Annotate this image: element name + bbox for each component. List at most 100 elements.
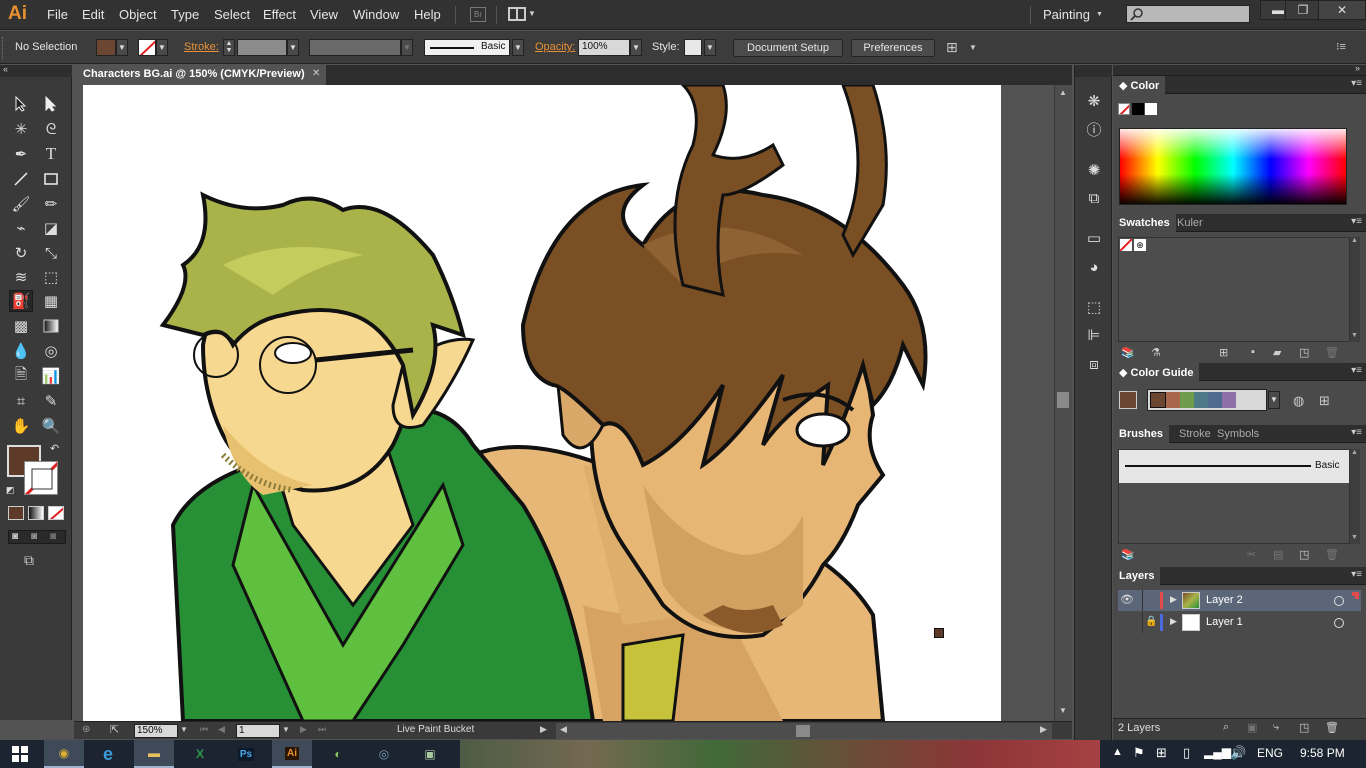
variable-width-profile[interactable] [309,39,401,56]
scroll-down-icon[interactable]: ▼ [1351,332,1358,339]
export-icon[interactable]: ⇱ [110,723,119,736]
volume-icon[interactable]: 🔊 [1230,745,1246,761]
color-spectrum[interactable] [1119,128,1347,205]
taskbar-excel[interactable]: X [180,740,220,768]
tab-symbols[interactable]: Symbols [1211,425,1265,443]
panel-menu-icon[interactable]: ▾≡ [1351,365,1362,376]
gradient-tool-icon[interactable] [39,315,63,337]
layer-name[interactable]: Layer 1 [1206,616,1243,628]
status-icon[interactable]: ⊛ [82,724,90,735]
new-color-group-icon[interactable]: ▪ [1251,346,1255,358]
chevron-down-icon[interactable]: ▼ [528,9,536,18]
black-swatch[interactable] [1132,103,1144,115]
first-artboard-icon[interactable]: ⏮ [200,724,208,735]
fill-swatch[interactable] [96,39,116,56]
workspace-switcher[interactable]: Painting [1043,7,1090,22]
close-document-icon[interactable]: ✕ [312,68,320,79]
layer-name[interactable]: Layer 2 [1206,594,1243,606]
pencil-tool-icon[interactable]: ✏ [39,193,63,215]
swatch-libraries-icon[interactable]: 📚 [1121,346,1135,359]
screen-mode-icon[interactable]: ⧉ [24,552,34,569]
scroll-up-icon[interactable]: ▲ [1351,449,1358,456]
paintbrush-tool-icon[interactable]: 🖌 [9,193,33,215]
stroke-label[interactable]: Stroke: [184,41,219,53]
layer-row[interactable]: 🔒 ▶ Layer 1 [1118,612,1361,633]
none-mode-button[interactable] [48,506,64,520]
lock-icon[interactable]: 🔒 [1145,616,1157,627]
live-paint-bucket-tool-icon[interactable]: ⛽ [9,290,33,312]
taskbar-illustrator[interactable]: Ai [272,740,312,768]
opacity-field[interactable]: 100% [578,39,630,56]
mesh-tool-icon[interactable]: ▩ [9,315,33,337]
new-sublayer-icon[interactable]: ⤷ [1273,721,1279,734]
menu-help[interactable]: Help [414,7,441,22]
horizontal-scrollbar[interactable]: ◀ ▶ [556,723,1052,739]
brush-definition[interactable]: Basic [424,39,510,56]
start-button[interactable] [0,740,40,768]
none-swatch[interactable] [1120,239,1132,251]
target-icon[interactable] [1334,618,1344,628]
harmony-rule[interactable] [1147,389,1267,411]
menu-type[interactable]: Type [171,7,199,22]
line-tool-icon[interactable] [9,168,33,190]
new-layer-icon[interactable]: ◳ [1299,721,1309,734]
panel-menu-icon[interactable]: ⁝≡ [1336,40,1346,53]
style-dropdown[interactable]: ▼ [704,39,716,56]
last-artboard-icon[interactable]: ⏭ [318,724,326,735]
new-swatch-icon[interactable]: ◳ [1299,346,1309,359]
eraser-tool-icon[interactable]: ◪ [39,217,63,239]
tab-brushes[interactable]: Brushes [1113,425,1170,443]
locate-object-icon[interactable]: ⌕ [1223,721,1229,734]
stroke-weight-field[interactable] [237,39,287,56]
taskbar-app-9[interactable]: ▣ [410,740,450,768]
save-color-group-icon[interactable]: ⊞ [1319,393,1330,409]
menu-edit[interactable]: Edit [82,7,104,22]
scroll-down-icon[interactable]: ▼ [1059,706,1067,715]
align-icon[interactable]: ⊫ [1084,325,1104,345]
scroll-left-icon[interactable]: ◀ [560,724,567,735]
gradient-mode-button[interactable] [28,506,44,520]
collapse-dock-icon[interactable]: » [1355,63,1360,73]
flag-icon[interactable]: ⚑ [1133,745,1145,761]
close-button[interactable]: ✕ [1318,0,1366,20]
expand-triangle-icon[interactable]: ▶ [1170,594,1177,605]
panel-menu-icon[interactable]: ▾≡ [1351,427,1362,438]
color-mode-button[interactable] [8,506,24,520]
draw-behind-icon[interactable]: ◙ [31,531,37,542]
menu-object[interactable]: Object [119,7,157,22]
bridge-icon[interactable]: Br [470,7,486,22]
none-color-swatch[interactable] [1118,103,1130,115]
symbol-sprayer-tool-icon[interactable]: 🗎 [9,365,33,387]
transform-icon[interactable]: ⬚ [1084,297,1104,317]
graphic-styles-icon[interactable]: ⧉ [1084,188,1104,208]
status-menu-icon[interactable]: ▶ [540,724,547,735]
tab-swatches[interactable]: Swatches [1113,214,1176,232]
brushes-scrollbar[interactable]: ▲ ▼ [1350,449,1360,544]
tab-layers[interactable]: Layers [1113,567,1161,585]
scale-tool-icon[interactable]: ⤡ [39,242,63,264]
stroke-color-swatch[interactable] [24,461,58,495]
symbols-icon[interactable]: ❋ [1084,91,1104,111]
lasso-tool-icon[interactable]: ᘓ [39,118,63,140]
battery-icon[interactable]: ▯ [1183,745,1190,761]
pathfinder-icon[interactable]: ⧈ [1084,354,1104,374]
artboard-field[interactable]: 1 [236,724,280,738]
language-indicator[interactable]: ENG [1257,746,1283,760]
windows-update-icon[interactable]: ⊞ [1156,745,1167,761]
artboard[interactable] [83,85,1001,721]
fill-dropdown[interactable]: ▼ [116,39,128,56]
delete-swatch-icon[interactable]: 🗑 [1325,346,1339,359]
new-folder-icon[interactable]: ▰ [1273,346,1281,359]
swatches-scrollbar[interactable]: ▲ ▼ [1350,237,1360,342]
pen-tool-icon[interactable]: ✒ [9,143,33,165]
opacity-label[interactable]: Opacity: [535,41,575,53]
zoom-field[interactable]: 150% [134,724,178,738]
white-swatch[interactable] [1145,103,1157,115]
type-tool-icon[interactable]: T [39,143,63,165]
menu-select[interactable]: Select [214,7,250,22]
scroll-up-icon[interactable]: ▲ [1059,88,1067,97]
brush-libraries-icon[interactable]: 📚 [1121,548,1135,561]
panel-menu-icon[interactable]: ▾≡ [1351,216,1362,227]
target-icon[interactable] [1334,596,1344,606]
delete-brush-icon[interactable]: 🗑 [1325,548,1339,561]
